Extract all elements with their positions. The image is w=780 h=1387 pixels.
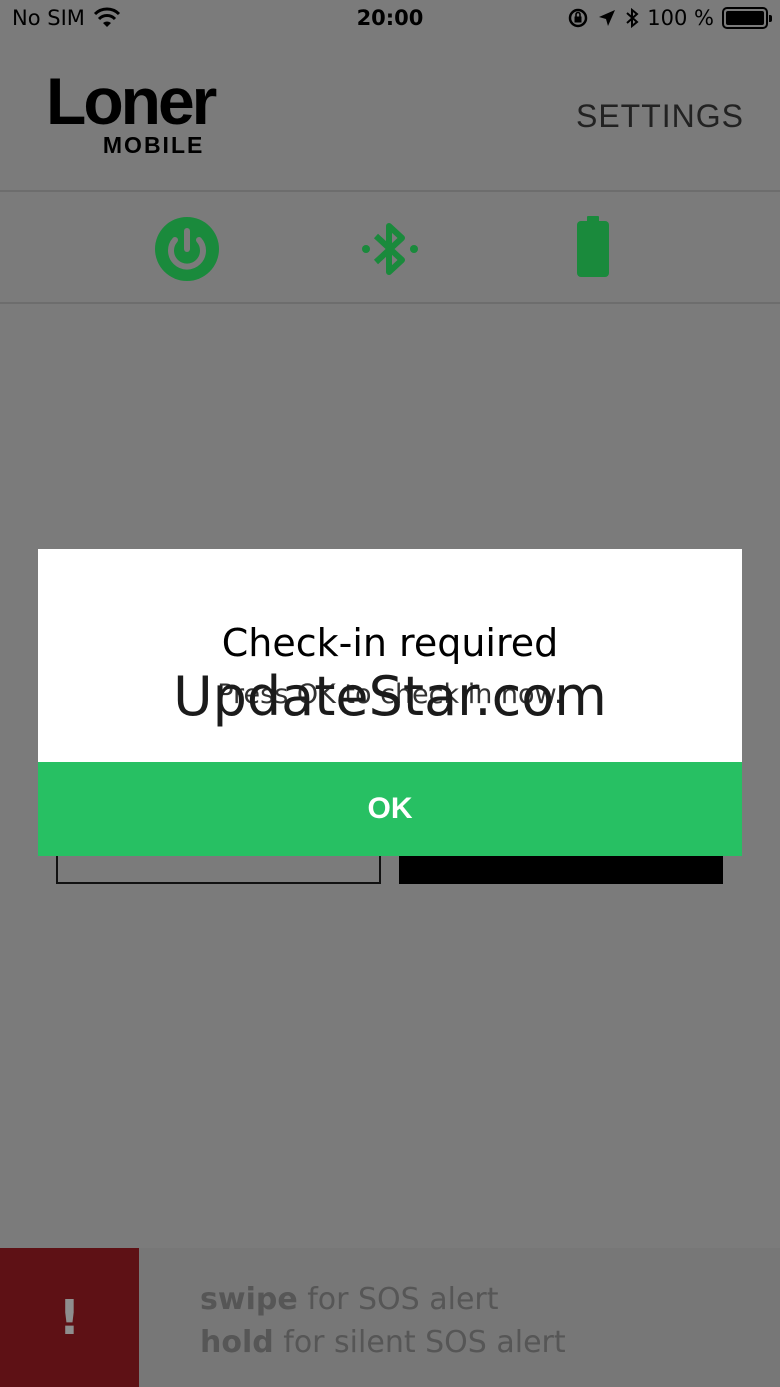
status-right: 100 % bbox=[567, 6, 772, 30]
location-arrow-icon bbox=[599, 10, 616, 26]
dialog-message: Press OK to check in now. bbox=[217, 679, 563, 710]
settings-button[interactable]: SETTINGS bbox=[576, 98, 744, 135]
battery-status-icon bbox=[722, 7, 772, 29]
sos-line-swipe: swipe for SOS alert bbox=[200, 1282, 499, 1317]
ok-button[interactable]: OK bbox=[38, 762, 742, 856]
sos-instructions: swipe for SOS alert hold for silent SOS … bbox=[200, 1278, 566, 1364]
battery-icon[interactable] bbox=[576, 216, 610, 278]
power-icon[interactable] bbox=[154, 216, 220, 282]
sos-line-hold: hold for silent SOS alert bbox=[200, 1325, 566, 1360]
battery-percent: 100 % bbox=[647, 6, 714, 30]
exclamation-icon: ! bbox=[58, 1289, 81, 1346]
orientation-lock-icon bbox=[569, 8, 588, 28]
status-bar: No SIM 20:00 100 % bbox=[0, 0, 780, 40]
checkin-dialog: Check-in required Press OK to check in n… bbox=[38, 549, 742, 856]
loner-logo: Loner MOBILE bbox=[46, 64, 217, 158]
logo-sub-text: MOBILE bbox=[102, 132, 205, 158]
bluetooth-icon[interactable] bbox=[360, 216, 420, 282]
sos-slider[interactable]: ! swipe for SOS alert hold for silent SO… bbox=[0, 1248, 780, 1387]
bluetooth-status-icon bbox=[626, 7, 639, 29]
sos-handle[interactable]: ! bbox=[0, 1248, 139, 1387]
device-status-bar bbox=[0, 194, 780, 304]
dialog-title: Check-in required bbox=[221, 621, 559, 665]
logo-main-text: Loner bbox=[46, 64, 217, 138]
app-header: Loner MOBILE SETTINGS bbox=[0, 40, 780, 192]
